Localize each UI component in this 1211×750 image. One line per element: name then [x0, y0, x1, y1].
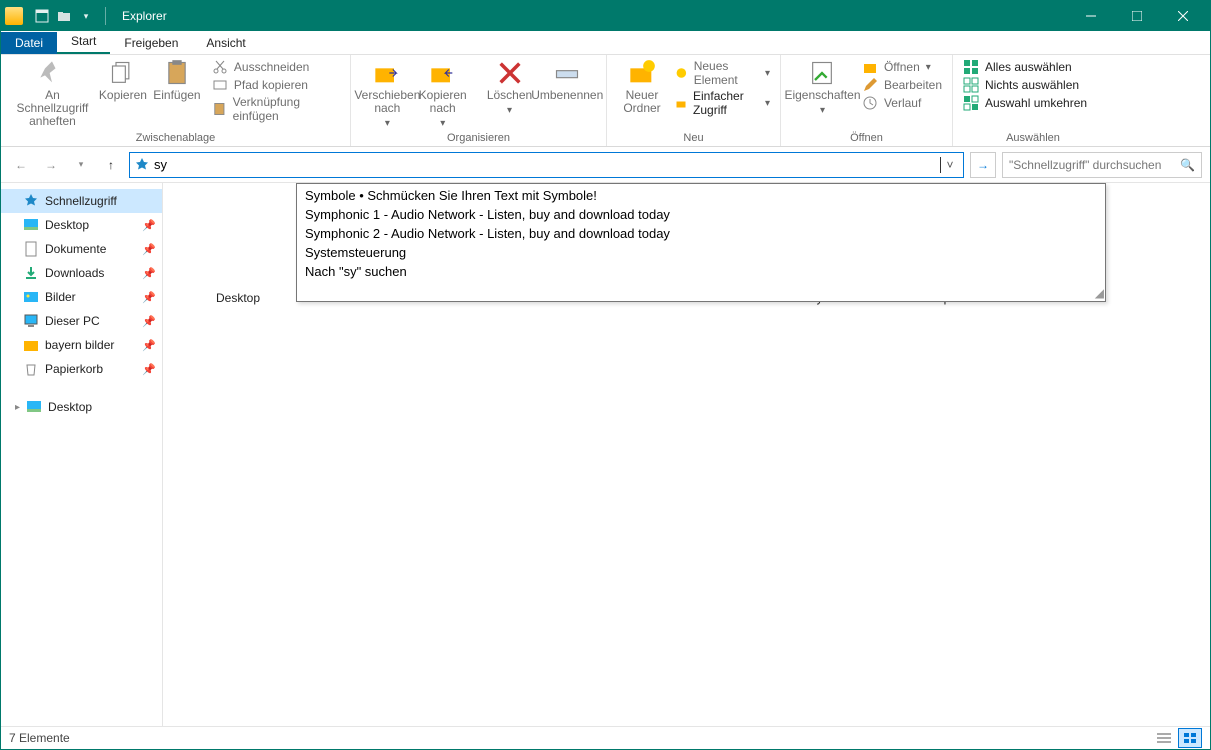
tab-start[interactable]: Start: [57, 30, 110, 54]
nav-desktop-tree[interactable]: ▸Desktop: [1, 395, 162, 419]
tab-file[interactable]: Datei: [1, 32, 57, 54]
up-button[interactable]: ↑: [99, 153, 123, 177]
pin-icon: 📌: [142, 363, 156, 376]
content-pane[interactable]: Symbole • Schmücken Sie Ihren Text mit S…: [163, 183, 1210, 726]
suggestion-item[interactable]: Symphonic 1 - Audio Network - Listen, bu…: [297, 205, 1105, 224]
resize-grip-icon[interactable]: ◢: [1095, 286, 1104, 300]
properties-button[interactable]: Eigenschaften▾: [791, 59, 854, 117]
suggestion-item[interactable]: Symbole • Schmücken Sie Ihren Text mit S…: [297, 186, 1105, 205]
qat-dropdown-icon[interactable]: ▾: [77, 7, 95, 25]
navigation-pane: Schnellzugriff Desktop📌 Dokumente📌 Downl…: [1, 183, 163, 726]
pin-quickaccess-button[interactable]: An Schnellzugriff anheften: [11, 59, 94, 128]
search-icon: 🔍: [1180, 158, 1195, 172]
nav-recycle[interactable]: Papierkorb📌: [1, 357, 162, 381]
ribbon-tabs: Datei Start Freigeben Ansicht ˄ ?: [1, 31, 1210, 55]
pin-icon: 📌: [142, 267, 156, 280]
status-bar: 7 Elemente: [1, 726, 1210, 749]
maximize-button[interactable]: [1114, 1, 1160, 31]
ribbon-group-new: Neu: [607, 132, 780, 144]
quickaccess-icon: [134, 157, 150, 173]
pin-icon: 📌: [142, 315, 156, 328]
suggestion-item[interactable]: Symphonic 2 - Audio Network - Listen, bu…: [297, 224, 1105, 243]
nav-downloads[interactable]: Downloads📌: [1, 261, 162, 285]
cut-button[interactable]: Ausschneiden: [212, 59, 340, 75]
close-button[interactable]: [1160, 1, 1206, 31]
paste-button[interactable]: Einfügen: [152, 59, 202, 102]
pin-icon: 📌: [142, 291, 156, 304]
back-button[interactable]: ←: [9, 153, 33, 177]
ribbon: An Schnellzugriff anheften Kopieren Einf…: [1, 55, 1210, 147]
open-button[interactable]: Öffnen ▾: [862, 59, 942, 75]
new-folder-button[interactable]: Neuer Ordner: [617, 59, 667, 115]
explorer-icon: [5, 7, 23, 25]
nav-desktop[interactable]: Desktop📌: [1, 213, 162, 237]
address-row: ← → ▾ ↑ ˅ → "Schnellzugriff" durchsuchen…: [1, 147, 1210, 183]
move-to-button[interactable]: Verschieben nach▾: [361, 59, 414, 130]
qat-properties-icon[interactable]: [33, 7, 51, 25]
view-details-button[interactable]: [1152, 728, 1176, 748]
address-input[interactable]: [154, 154, 942, 176]
rename-button[interactable]: Umbenennen: [539, 59, 597, 102]
status-count: 7 Elemente: [9, 731, 70, 745]
select-none-button[interactable]: Nichts auswählen: [963, 77, 1103, 93]
delete-button[interactable]: Löschen▾: [485, 59, 535, 117]
address-suggestions: Symbole • Schmücken Sie Ihren Text mit S…: [296, 183, 1106, 302]
nav-bayern[interactable]: bayern bilder📌: [1, 333, 162, 357]
qat-newfolder-icon[interactable]: [55, 7, 73, 25]
minimize-button[interactable]: [1068, 1, 1114, 31]
easy-access-button[interactable]: Einfacher Zugriff ▾: [675, 89, 770, 117]
copy-to-button[interactable]: Kopieren nach▾: [418, 59, 468, 130]
tab-view[interactable]: Ansicht: [192, 32, 259, 54]
search-placeholder: "Schnellzugriff" durchsuchen: [1009, 158, 1180, 172]
nav-pictures[interactable]: Bilder📌: [1, 285, 162, 309]
address-bar[interactable]: ˅: [129, 152, 964, 178]
select-all-button[interactable]: Alles auswählen: [963, 59, 1103, 75]
pin-icon: 📌: [142, 339, 156, 352]
title-bar: ▾ Explorer: [1, 1, 1210, 31]
ribbon-group-clipboard: Zwischenablage: [1, 132, 350, 144]
new-item-button[interactable]: Neues Element ▾: [675, 59, 770, 87]
pin-icon: 📌: [142, 219, 156, 232]
item-desktop[interactable]: Desktop: [193, 291, 283, 305]
history-button[interactable]: Verlauf: [862, 95, 942, 111]
address-dropdown-button[interactable]: ˅: [941, 158, 959, 172]
ribbon-group-open: Öffnen: [781, 132, 952, 144]
ribbon-group-select: Auswählen: [953, 132, 1113, 144]
nav-documents[interactable]: Dokumente📌: [1, 237, 162, 261]
copy-path-button[interactable]: Pfad kopieren: [212, 77, 340, 93]
forward-button[interactable]: →: [39, 153, 63, 177]
recent-locations-button[interactable]: ▾: [69, 153, 93, 177]
nav-quickaccess[interactable]: Schnellzugriff: [1, 189, 162, 213]
view-icons-button[interactable]: [1178, 728, 1202, 748]
go-button[interactable]: →: [970, 152, 996, 178]
pin-icon: 📌: [142, 243, 156, 256]
ribbon-group-organize: Organisieren: [351, 132, 606, 144]
tab-share[interactable]: Freigeben: [110, 32, 192, 54]
paste-shortcut-button[interactable]: Verknüpfung einfügen: [212, 95, 340, 123]
nav-thispc[interactable]: Dieser PC📌: [1, 309, 162, 333]
suggestion-search[interactable]: Nach "sy" suchen: [297, 262, 1105, 281]
invert-selection-button[interactable]: Auswahl umkehren: [963, 95, 1103, 111]
window-title: Explorer: [122, 9, 167, 23]
edit-button[interactable]: Bearbeiten: [862, 77, 942, 93]
copy-button[interactable]: Kopieren: [98, 59, 148, 102]
suggestion-item[interactable]: Systemsteuerung: [297, 243, 1105, 262]
search-box[interactable]: "Schnellzugriff" durchsuchen 🔍: [1002, 152, 1202, 178]
